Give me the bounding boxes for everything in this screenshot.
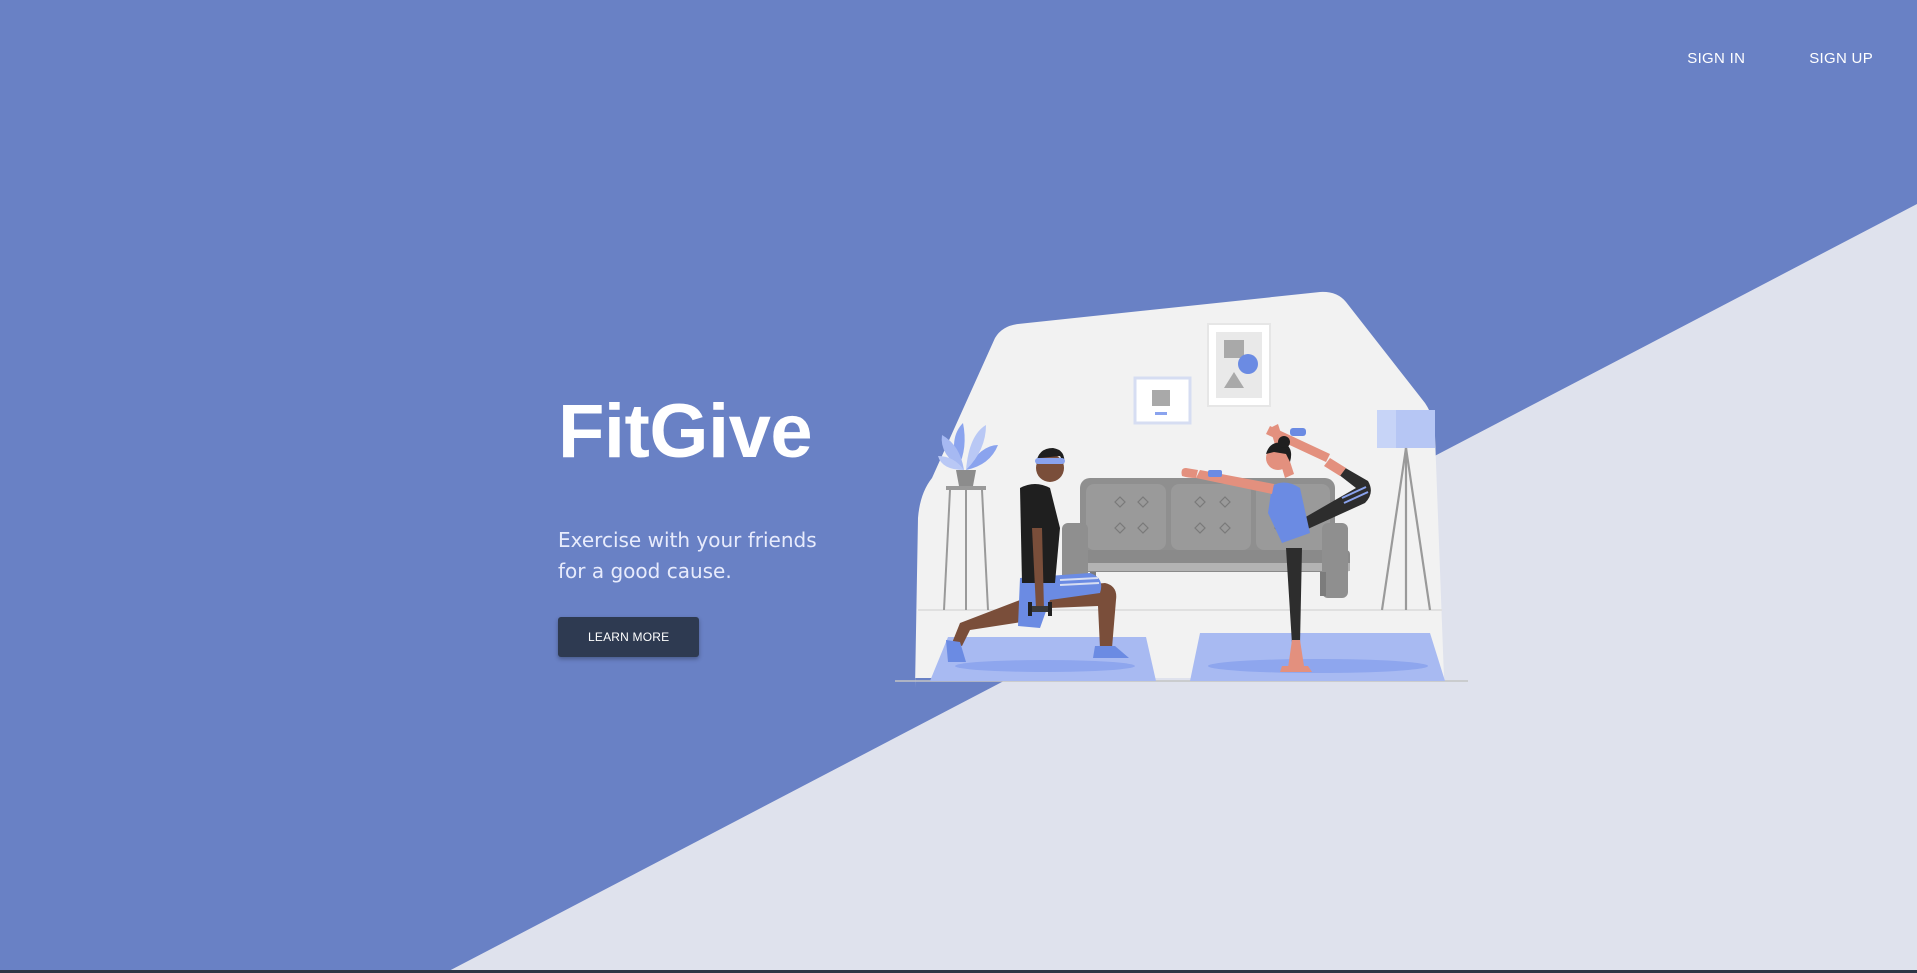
workout-illustration	[895, 291, 1468, 688]
wall-frame-large	[1207, 323, 1271, 407]
brand-title: FitGive	[558, 389, 813, 474]
yoga-mat-right	[1190, 633, 1445, 681]
sign-in-link[interactable]: SIGN IN	[1687, 50, 1745, 67]
tagline-line-1: Exercise with your friends	[558, 528, 817, 552]
tagline: Exercise with your friends for a good ca…	[558, 525, 888, 587]
wall-frame-small	[1133, 376, 1192, 425]
hero-section: FitGive Exercise with your friends for a…	[558, 388, 888, 657]
sign-up-link[interactable]: SIGN UP	[1809, 50, 1873, 67]
learn-more-button[interactable]: LEARN MORE	[558, 617, 700, 657]
tagline-line-2: for a good cause.	[558, 559, 732, 583]
top-nav: SIGN IN SIGN UP	[1687, 50, 1873, 67]
